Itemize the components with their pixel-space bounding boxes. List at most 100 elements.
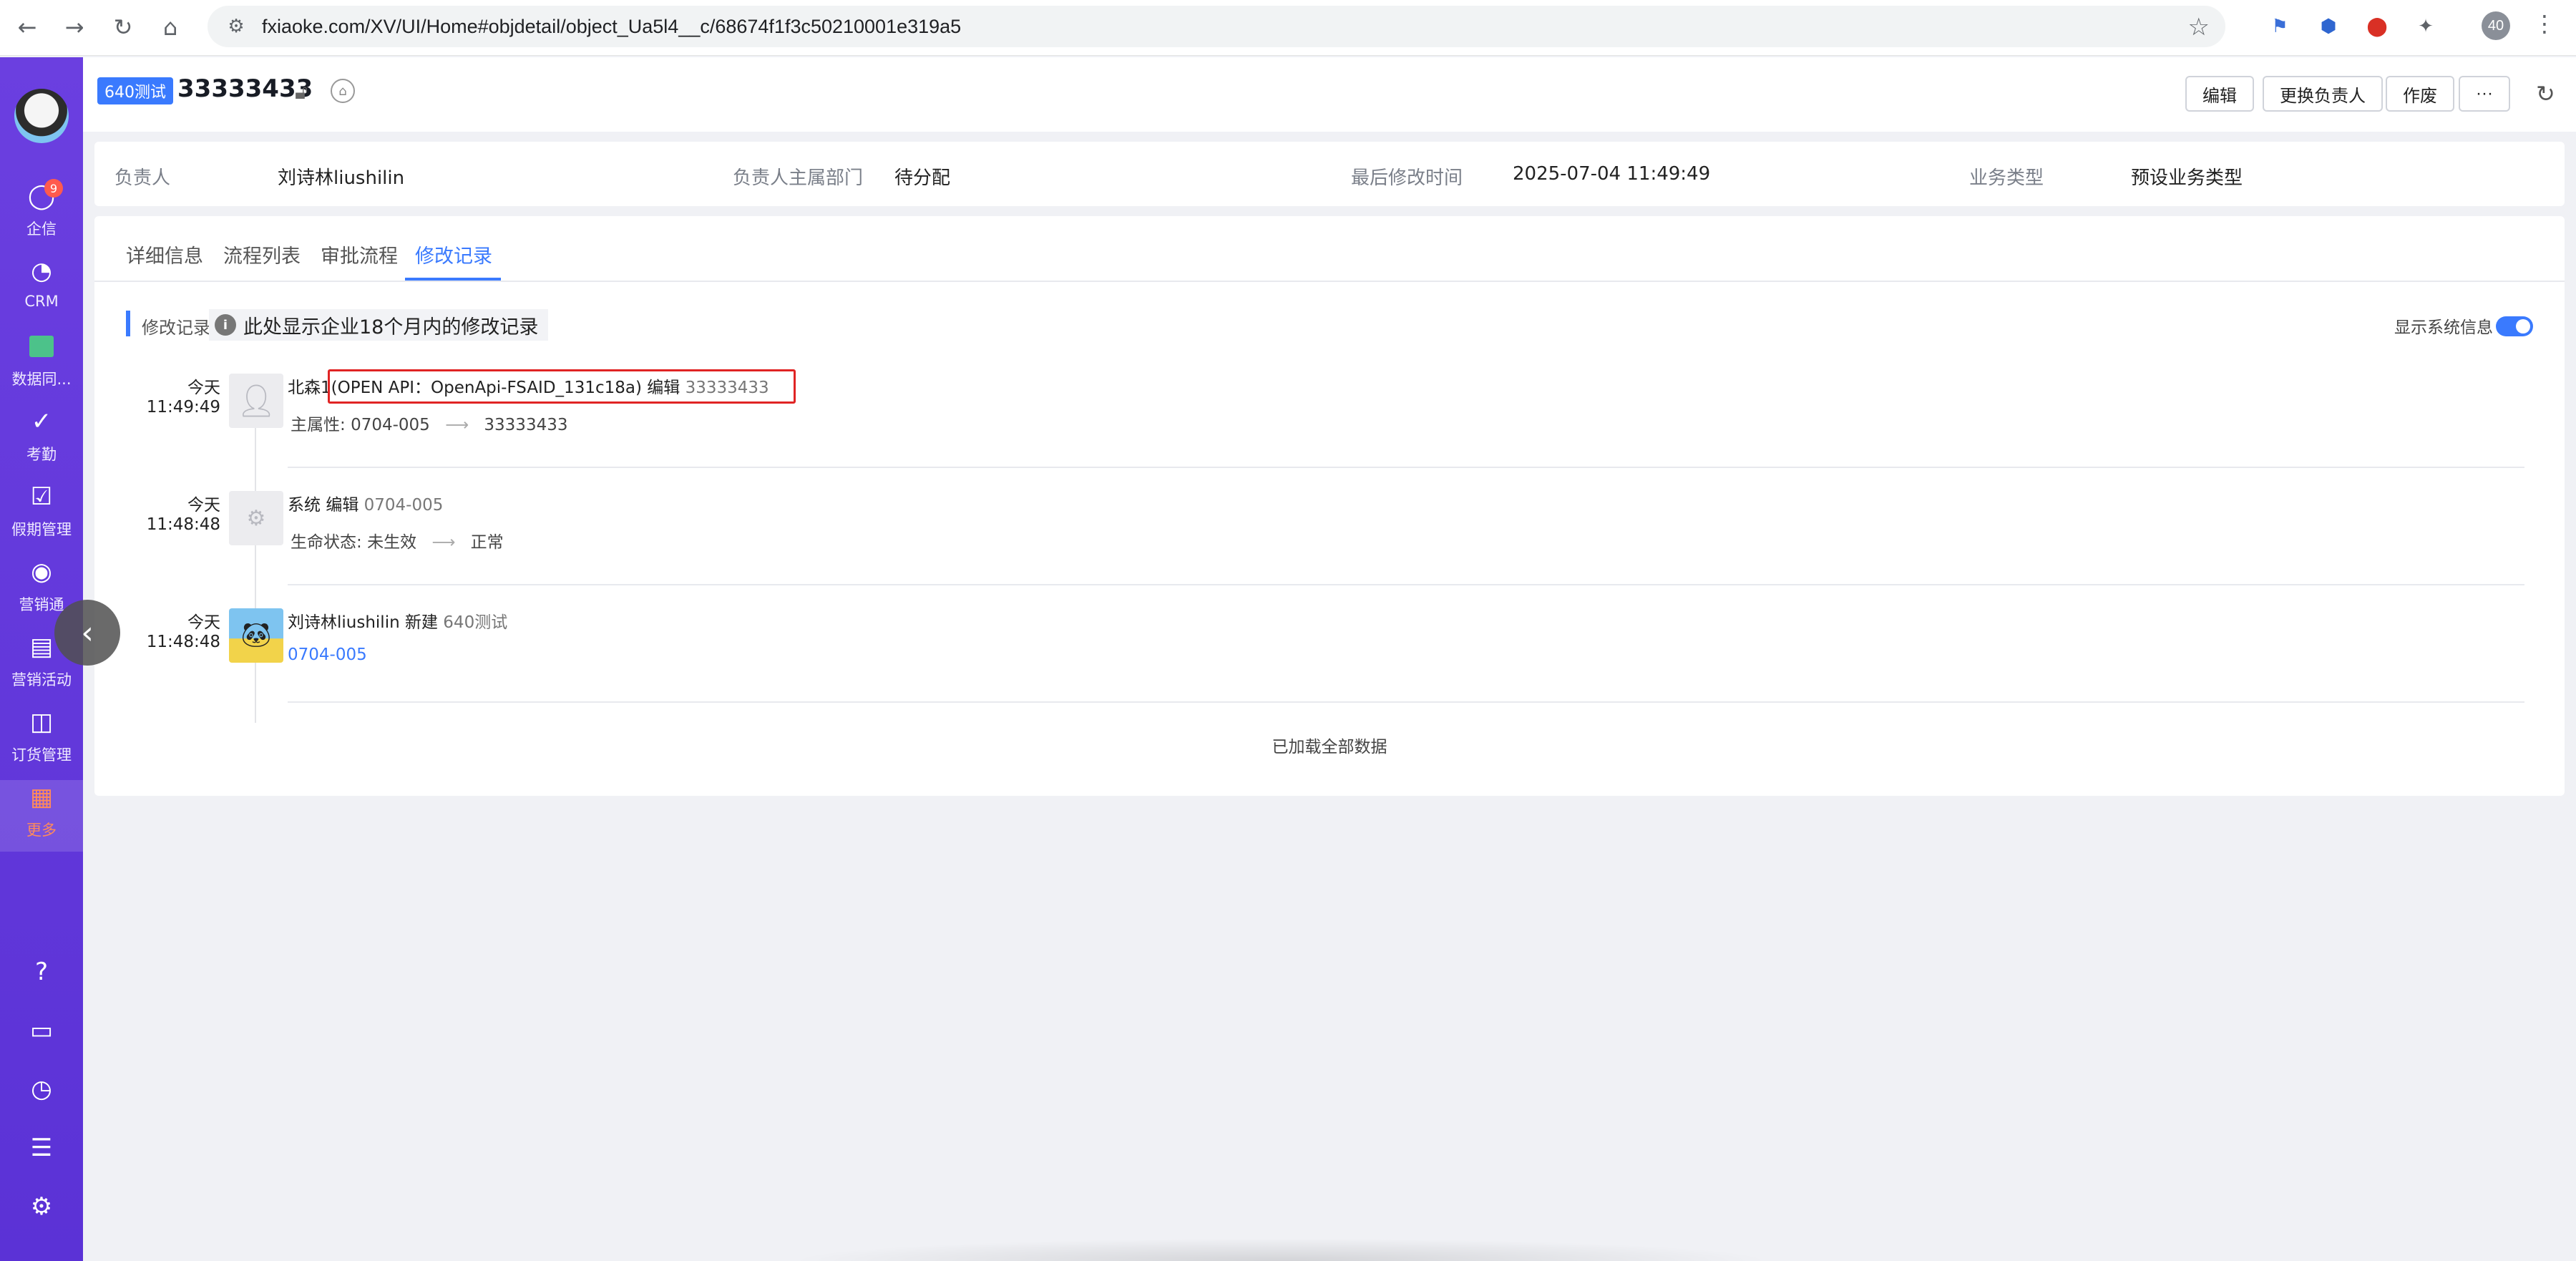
entry-day: 今天 <box>187 613 220 632</box>
record-header: 640测试 33333433 🔓︎ ⌂ 编辑 更换负责人 作废 ··· ↻ <box>83 57 2576 132</box>
help-icon[interactable]: ? <box>0 950 83 993</box>
sidebar-item-label: 企信 <box>26 220 57 238</box>
record-title: 33333433 <box>177 74 313 103</box>
sidebar-item-label: 订货管理 <box>11 746 72 764</box>
user-list-icon[interactable]: ☰ <box>0 1126 83 1169</box>
person-placeholder-icon: 👤︎ <box>229 374 283 428</box>
entry-target: 640测试 <box>443 613 508 632</box>
sidebar-item-label: 数据同... <box>11 371 72 388</box>
entry-divider <box>288 701 2524 703</box>
shield-extension-icon[interactable]: ⬢ <box>2314 12 2343 41</box>
calendar-check-icon: ☑ <box>30 482 53 511</box>
address-bar[interactable]: ⚙ fxiaoke.com/XV/UI/Home#objdetail/objec… <box>208 6 2225 47</box>
change-arrow-icon: ⟶ <box>445 416 469 434</box>
bottom-shadow <box>787 1238 1775 1261</box>
biztype-value: 预设业务类型 <box>2131 167 2243 189</box>
profile-avatar[interactable]: 40 <box>2482 11 2510 40</box>
book-icon[interactable]: ▭ <box>0 1009 83 1052</box>
sidebar-item-data-sync[interactable]: 数据同... <box>0 329 83 401</box>
entry-day: 今天 <box>187 379 220 397</box>
tab-change-log[interactable]: 修改记录 <box>415 240 492 268</box>
change-owner-button[interactable]: 更换负责人 <box>2263 76 2383 112</box>
browser-menu-icon[interactable]: ⋮ <box>2533 10 2556 37</box>
biztype-label: 业务类型 <box>1969 167 2044 189</box>
entry-time: 11:48:48 <box>146 633 220 651</box>
red-extension-icon[interactable]: ⬤ <box>2363 12 2391 41</box>
extensions-puzzle-icon[interactable]: ✦ <box>2411 12 2440 41</box>
entry-time: 11:48:48 <box>146 515 220 534</box>
edit-button[interactable]: 编辑 <box>2185 76 2254 112</box>
dept-label: 负责人主属部门 <box>733 167 864 189</box>
info-icon: i <box>215 314 236 336</box>
entry-divider <box>288 584 2524 585</box>
entry-actor[interactable]: 刘诗林liushilin <box>288 613 400 632</box>
url-text[interactable]: fxiaoke.com/XV/UI/Home#objdetail/object_… <box>262 16 961 38</box>
entry-divider <box>288 467 2524 468</box>
clipboard-icon: ▤ <box>29 633 54 661</box>
sidebar-item-label: 营销通 <box>19 596 64 613</box>
field-name: 生命状态: <box>291 533 362 552</box>
reload-icon[interactable]: ↻ <box>107 11 139 43</box>
site-settings-icon[interactable]: ⚙ <box>223 14 249 39</box>
field-name: 主属性: <box>291 416 346 434</box>
broadcast-icon: ◉ <box>31 558 52 586</box>
system-info-toggle[interactable] <box>2496 316 2533 336</box>
sidebar-item-orders[interactable]: ◫ 订货管理 <box>0 705 83 776</box>
more-actions-button[interactable]: ··· <box>2459 76 2510 112</box>
sidebar-item-attendance[interactable]: ✓ 考勤 <box>0 404 83 476</box>
owner-label: 负责人 <box>114 167 171 189</box>
summary-info-bar: 负责人 刘诗林liushilin 负责人主属部门 待分配 最后修改时间 2025… <box>94 142 2565 206</box>
old-value: 0704-005 <box>351 416 430 434</box>
browser-toolbar: ← → ↻ ⌂ ⚙ fxiaoke.com/XV/UI/Home#objdeta… <box>0 0 2576 56</box>
tab-process-list[interactable]: 流程列表 <box>223 240 301 268</box>
entry-target: 0704-005 <box>364 496 444 515</box>
entry-day: 今天 <box>187 496 220 515</box>
sidebar-item-label: 更多 <box>26 822 57 839</box>
sidebar-item-qixin[interactable]: ◯ 9 企信 <box>0 179 83 250</box>
old-value: 未生效 <box>367 533 417 552</box>
tag-icon[interactable]: ⌂ <box>331 79 355 103</box>
settings-icon[interactable]: ⚙ <box>0 1185 83 1228</box>
entry-change-detail: 生命状态: 未生效 ⟶ 正常 <box>291 528 504 552</box>
change-arrow-icon: ⟶ <box>431 533 456 552</box>
bookmark-extension-icon[interactable]: ⚑ <box>2265 12 2294 41</box>
back-icon[interactable]: ← <box>11 11 43 43</box>
grid-icon: ▦ <box>29 783 54 812</box>
new-value: 正常 <box>470 533 504 552</box>
entry-action: 新建 <box>404 613 438 632</box>
pie-chart-icon: ◔ <box>31 257 52 286</box>
check-circle-icon: ✓ <box>31 407 52 436</box>
tab-details[interactable]: 详细信息 <box>126 240 203 268</box>
record-link[interactable]: 0704-005 <box>288 646 367 664</box>
tab-bar: 详细信息 流程列表 审批流程 修改记录 <box>94 216 2565 282</box>
entry-actor[interactable]: 北森1 <box>288 379 331 397</box>
lock-icon[interactable]: 🔓︎ <box>295 80 308 104</box>
system-gear-icon: ⚙ <box>229 491 283 545</box>
entry-action: 编辑 <box>326 496 359 515</box>
clock-icon[interactable]: ◷ <box>0 1068 83 1111</box>
refresh-icon[interactable]: ↻ <box>2536 80 2555 107</box>
sidebar-item-label: 考勤 <box>26 446 57 463</box>
system-info-label: 显示系统信息 <box>2394 318 2493 337</box>
user-avatar[interactable] <box>14 89 69 143</box>
object-type-tag: 640测试 <box>97 77 173 104</box>
bookmark-star-icon[interactable]: ☆ <box>2188 13 2210 42</box>
void-button[interactable]: 作废 <box>2386 76 2454 112</box>
collapse-chevron-left-icon[interactable]: ‹ <box>54 600 120 666</box>
sidebar-item-leave[interactable]: ☑ 假期管理 <box>0 479 83 551</box>
section-accent-bar <box>126 311 130 336</box>
forward-icon[interactable]: → <box>59 11 90 43</box>
owner-value[interactable]: 刘诗林liushilin <box>278 163 404 190</box>
modified-time-label: 最后修改时间 <box>1351 167 1463 189</box>
entry-actor: 系统 <box>288 496 321 515</box>
home-icon[interactable]: ⌂ <box>155 11 186 43</box>
retention-notice: i 此处显示企业18个月内的修改记录 <box>209 309 549 341</box>
active-tab-indicator <box>405 278 501 281</box>
sidebar-item-more[interactable]: ▦ 更多 <box>0 780 83 852</box>
sidebar-item-crm[interactable]: ◔ CRM <box>0 254 83 326</box>
dept-value: 待分配 <box>894 167 951 189</box>
entry-time: 11:49:49 <box>146 398 220 417</box>
shopping-bag-icon: ◫ <box>29 708 54 736</box>
tab-approval-flow[interactable]: 审批流程 <box>321 240 398 268</box>
modified-time-value: 2025-07-04 11:49:49 <box>1513 163 1711 185</box>
